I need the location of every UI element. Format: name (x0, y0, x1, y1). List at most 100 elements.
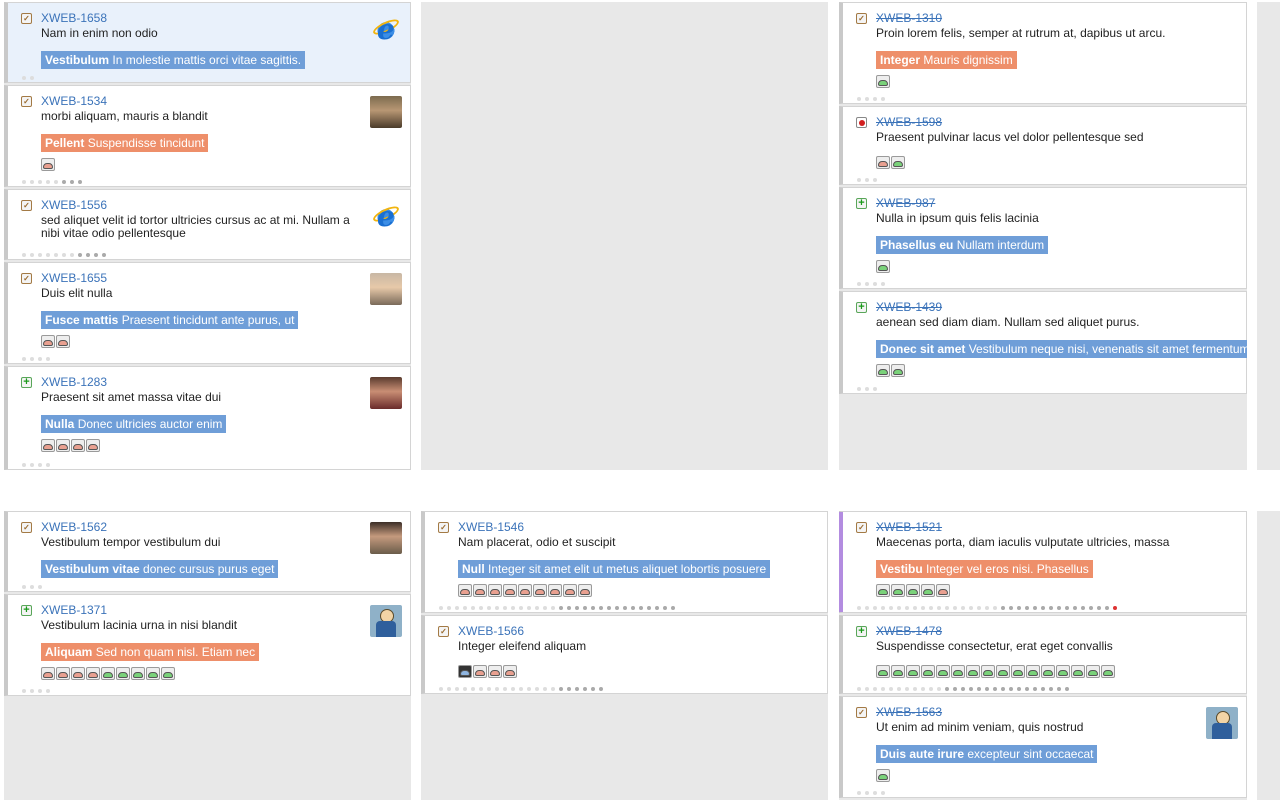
issue-card[interactable]: XWEB-1566 Integer eleifend aliquam (421, 615, 828, 694)
subtask-icon[interactable] (876, 364, 890, 377)
issue-card[interactable]: XWEB-987 Nulla in ipsum quis felis lacin… (839, 187, 1247, 289)
issue-key[interactable]: XWEB-1478 (876, 624, 942, 638)
subtask-icon[interactable] (503, 665, 517, 678)
subtask-icon[interactable] (86, 667, 100, 680)
issue-key[interactable]: XWEB-1546 (458, 520, 524, 534)
issue-summary: Integer eleifend aliquam (458, 639, 587, 653)
flag-stripe (839, 512, 843, 612)
issue-key[interactable]: XWEB-1566 (458, 624, 524, 638)
subtask-icon[interactable] (981, 665, 995, 678)
subtask-icon[interactable] (891, 665, 905, 678)
issue-key[interactable]: XWEB-1563 (876, 705, 942, 719)
epic-label: Vestibu Integer vel eros nisi. Phasellus (876, 560, 1093, 578)
issue-card[interactable]: XWEB-1283 Praesent sit amet massa vitae … (4, 366, 411, 470)
issue-key[interactable]: XWEB-1556 (41, 198, 107, 212)
subtask-icon[interactable] (503, 584, 517, 597)
issue-key[interactable]: XWEB-1598 (876, 115, 942, 129)
subtask-icon[interactable] (891, 156, 905, 169)
subtask-icon[interactable] (41, 667, 55, 680)
subtask-icon[interactable] (921, 665, 935, 678)
subtask-icon[interactable] (488, 665, 502, 678)
issue-summary: Vestibulum lacinia urna in nisi blandit (41, 618, 238, 632)
subtask-icon[interactable] (41, 158, 55, 171)
issue-key[interactable]: XWEB-1562 (41, 520, 107, 534)
subtask-icon[interactable] (1101, 665, 1115, 678)
internet-explorer-icon (370, 200, 402, 232)
subtask-icon[interactable] (1071, 665, 1085, 678)
issue-key[interactable]: XWEB-1371 (41, 603, 107, 617)
subtask-icon[interactable] (1086, 665, 1100, 678)
subtask-icon[interactable] (906, 584, 920, 597)
subtask-icon[interactable] (41, 335, 55, 348)
issue-card[interactable]: XWEB-1658 Nam in enim non odio Vestibulu… (4, 2, 411, 83)
progress-dots (857, 606, 1117, 610)
subtask-icon[interactable] (161, 667, 175, 680)
subtask-icon[interactable] (951, 665, 965, 678)
subtask-icon[interactable] (996, 665, 1010, 678)
subtask-icon[interactable] (1041, 665, 1055, 678)
subtask-icon[interactable] (488, 584, 502, 597)
subtask-icon[interactable] (891, 584, 905, 597)
subtask-icon[interactable] (1026, 665, 1040, 678)
subtask-icon[interactable] (1011, 665, 1025, 678)
progress-dots (857, 687, 1069, 691)
subtask-icon[interactable] (1056, 665, 1070, 678)
subtask-icon[interactable] (101, 667, 115, 680)
subtask-icon[interactable] (876, 584, 890, 597)
subtask-icon[interactable] (563, 584, 577, 597)
issue-key[interactable]: XWEB-1283 (41, 375, 107, 389)
subtask-icon[interactable] (131, 667, 145, 680)
issue-key[interactable]: XWEB-1534 (41, 94, 107, 108)
issue-card[interactable]: XWEB-1478 Suspendisse consectetur, erat … (839, 615, 1247, 694)
issue-card[interactable]: XWEB-1310 Proin lorem felis, semper at r… (839, 2, 1247, 104)
subtask-icon[interactable] (936, 584, 950, 597)
issue-key[interactable]: XWEB-1439 (876, 300, 942, 314)
issue-card[interactable]: XWEB-1546 Nam placerat, odio et suscipit… (421, 511, 828, 613)
subtask-icon[interactable] (921, 584, 935, 597)
subtask-icon[interactable] (41, 439, 55, 452)
issue-card[interactable]: XWEB-1534 morbi aliquam, mauris a blandi… (4, 85, 411, 187)
subtask-icon[interactable] (533, 584, 547, 597)
subtask-icon[interactable] (56, 439, 70, 452)
subtask-icon[interactable] (548, 584, 562, 597)
subtask-icon[interactable] (876, 665, 890, 678)
subtask-icon[interactable] (116, 667, 130, 680)
subtask-icon[interactable] (56, 335, 70, 348)
issue-key[interactable]: XWEB-1310 (876, 11, 942, 25)
subtask-icon[interactable] (936, 665, 950, 678)
issue-card[interactable]: XWEB-1563 Ut enim ad minim veniam, quis … (839, 696, 1247, 798)
subtask-icon[interactable] (86, 439, 100, 452)
issue-card[interactable]: XWEB-1371 Vestibulum lacinia urna in nis… (4, 594, 411, 696)
subtask-icon[interactable] (56, 667, 70, 680)
subtask-icon[interactable] (458, 665, 472, 678)
progress-dots (857, 178, 877, 182)
subtask-icon[interactable] (876, 769, 890, 782)
issue-card[interactable]: XWEB-1655 Duis elit nulla Fusce mattis P… (4, 262, 411, 364)
issue-summary: morbi aliquam, mauris a blandit (41, 109, 208, 123)
issue-card[interactable]: XWEB-1562 Vestibulum tempor vestibulum d… (4, 511, 411, 592)
subtask-icon[interactable] (473, 665, 487, 678)
issue-key[interactable]: XWEB-987 (876, 196, 935, 210)
subtask-icon[interactable] (458, 584, 472, 597)
subtask-icon[interactable] (146, 667, 160, 680)
subtask-icon[interactable] (966, 665, 980, 678)
task-icon (438, 626, 449, 637)
issue-card[interactable]: XWEB-1556 sed aliquet velit id tortor ul… (4, 189, 411, 260)
issue-card[interactable]: XWEB-1521 Maecenas porta, diam iaculis v… (839, 511, 1247, 613)
subtask-icon[interactable] (876, 156, 890, 169)
issue-key[interactable]: XWEB-1521 (876, 520, 942, 534)
subtask-icon[interactable] (473, 584, 487, 597)
issue-key[interactable]: XWEB-1655 (41, 271, 107, 285)
issue-key[interactable]: XWEB-1658 (41, 11, 107, 25)
subtask-icon[interactable] (876, 260, 890, 273)
subtask-icon[interactable] (71, 667, 85, 680)
issue-card[interactable]: XWEB-1439 aenean sed diam diam. Nullam s… (839, 291, 1247, 394)
subtask-icon[interactable] (518, 584, 532, 597)
progress-dots (22, 76, 34, 80)
subtask-icon[interactable] (906, 665, 920, 678)
subtask-icon[interactable] (71, 439, 85, 452)
subtask-icon[interactable] (891, 364, 905, 377)
issue-card[interactable]: XWEB-1598 Praesent pulvinar lacus vel do… (839, 106, 1247, 185)
subtask-icon[interactable] (578, 584, 592, 597)
subtask-icon[interactable] (876, 75, 890, 88)
